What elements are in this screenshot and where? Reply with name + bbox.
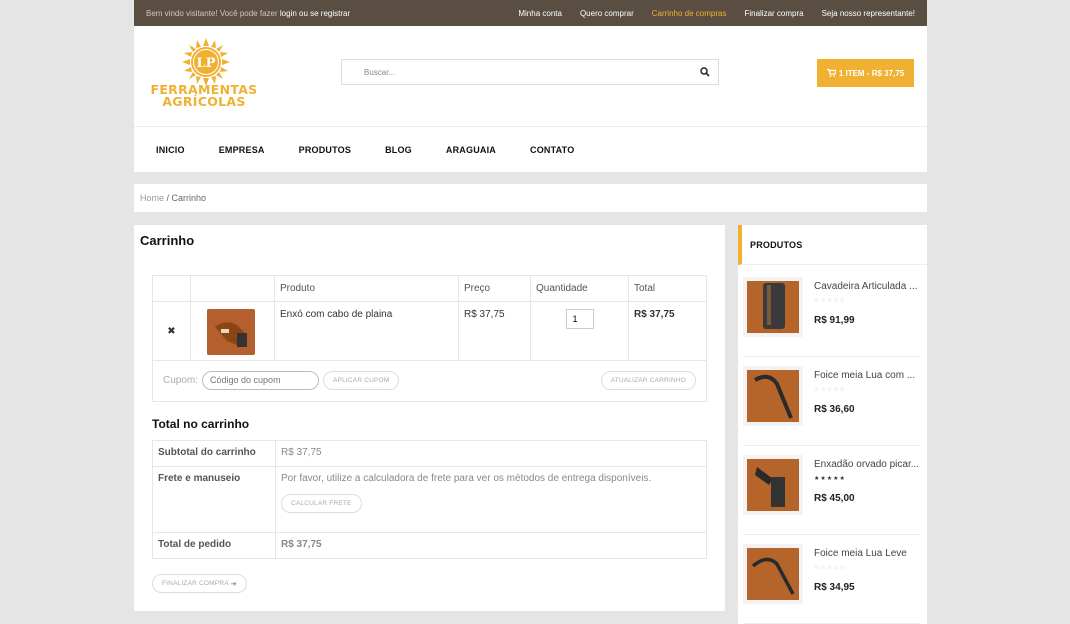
sidebar-title: PRODUTOS xyxy=(738,225,927,265)
subtotal-label: Subtotal do carrinho xyxy=(152,440,276,467)
shipping-cell: Por favor, utilize a calculadora de fret… xyxy=(275,466,707,533)
col-thumbnail xyxy=(190,275,275,302)
product-name[interactable]: Enxó com cabo de plaina xyxy=(274,301,459,361)
welcome-text: Bem vindo visitante! Você pode fazer xyxy=(146,8,278,18)
coupon-row: Cupom: APLICAR CUPOM ATUALIZAR CARRINHO xyxy=(152,359,707,402)
sidebar-product-name[interactable]: Foice meia Lua Leve xyxy=(814,548,920,559)
product-thumbnail[interactable] xyxy=(207,309,255,355)
sidebar-product[interactable]: Cavadeira Articulada ... ☆☆☆☆☆ R$ 91,99 xyxy=(743,269,921,357)
sidebar-product-name[interactable]: Cavadeira Articulada ... xyxy=(814,281,920,292)
breadcrumb-separator: / xyxy=(164,193,172,203)
link-checkout[interactable]: Finalizar compra xyxy=(744,9,803,18)
top-bar: Bem vindo visitante! Você pode fazer log… xyxy=(134,0,927,26)
shipping-row: Frete e manuseio Por favor, utilize a ca… xyxy=(152,466,707,533)
link-my-account[interactable]: Minha conta xyxy=(518,9,562,18)
link-be-representative[interactable]: Seja nosso representante! xyxy=(822,9,915,18)
nav-item-contato[interactable]: CONTATO xyxy=(530,145,574,155)
order-total-row: Total de pedido R$ 37,75 xyxy=(152,532,707,559)
cart-icon xyxy=(826,69,836,77)
search-icon[interactable] xyxy=(700,67,710,77)
arrow-right-icon: ➔ xyxy=(230,580,237,588)
sidebar-product-image[interactable] xyxy=(743,366,803,426)
sidebar-product[interactable]: Foice meia Lua com ... ☆☆☆☆☆ R$ 36,60 xyxy=(743,358,921,446)
cart-totals-table: Subtotal do carrinho R$ 37,75 Frete e ma… xyxy=(152,440,707,559)
col-remove xyxy=(152,275,191,302)
col-quantity: Quantidade xyxy=(530,275,629,302)
sidebar-product-name[interactable]: Enxadão orvado picar... xyxy=(814,459,920,470)
link-shopping-cart[interactable]: Carrinho de compras xyxy=(652,9,727,18)
logo-wordmark: FERRAMENTAS AGRÍCOLAS xyxy=(144,83,264,109)
cart-totals-title: Total no carrinho xyxy=(152,417,250,431)
page-title: Carrinho xyxy=(140,233,195,248)
breadcrumb-current: Carrinho xyxy=(171,193,207,203)
rating-stars: ☆☆☆☆☆ xyxy=(814,298,846,304)
nav-item-empresa[interactable]: EMPRESA xyxy=(219,145,265,155)
header-cart-button[interactable]: 1 ITEM - R$ 37,75 xyxy=(817,59,914,87)
sidebar-product-image[interactable] xyxy=(743,277,803,337)
top-links: Minha conta Quero comprar Carrinho de co… xyxy=(518,9,915,18)
sidebar-product-price: R$ 34,95 xyxy=(814,582,855,593)
subtotal-value: R$ 37,75 xyxy=(275,440,707,467)
col-total: Total xyxy=(628,275,707,302)
remove-item-icon[interactable]: ✖ xyxy=(152,301,191,361)
shipping-label: Frete e manuseio xyxy=(152,466,276,533)
cart-table: Produto Preço Quantidade Total ✖ Enxó co… xyxy=(152,275,707,361)
product-thumbnail-cell xyxy=(190,301,275,361)
checkout-button-label: FINALIZAR COMPRA xyxy=(162,580,229,587)
nav-item-blog[interactable]: BLOG xyxy=(385,145,412,155)
quantity-input[interactable] xyxy=(565,309,594,329)
order-total-label: Total de pedido xyxy=(152,532,276,559)
products-sidebar: PRODUTOS Cavadeira Articulada ... ☆☆☆☆☆ … xyxy=(738,225,927,624)
coupon-input[interactable] xyxy=(202,370,320,390)
product-price: R$ 37,75 xyxy=(458,301,531,361)
logo-line-2: AGRÍCOLAS xyxy=(162,94,246,109)
search-box xyxy=(341,59,719,85)
breadcrumb-home[interactable]: Home xyxy=(140,193,164,203)
col-price: Preço xyxy=(458,275,531,302)
rating-stars: ☆☆☆☆☆ xyxy=(814,565,846,571)
checkout-button[interactable]: FINALIZAR COMPRA ➔ xyxy=(152,572,247,593)
nav-item-produtos[interactable]: PRODUTOS xyxy=(299,145,351,155)
cart-summary: 1 ITEM - R$ 37,75 xyxy=(838,68,905,78)
login-link[interactable]: login ou se registrar xyxy=(280,9,350,18)
update-cart-button[interactable]: ATUALIZAR CARRINHO xyxy=(600,370,696,390)
nav-item-inicio[interactable]: INICIO xyxy=(156,145,185,155)
checkout-button-body: FINALIZAR COMPRA ➔ xyxy=(152,574,247,593)
sidebar-product-price: R$ 36,60 xyxy=(814,404,855,415)
apply-coupon-button[interactable]: APLICAR CUPOM xyxy=(323,370,400,390)
shipping-text: Por favor, utilize a calculadora de fret… xyxy=(281,473,652,484)
quantity-cell xyxy=(530,301,629,361)
subtotal-row: Subtotal do carrinho R$ 37,75 xyxy=(152,440,707,467)
sidebar-product[interactable]: Enxadão orvado picar... ★★★★★ R$ 45,00 xyxy=(743,447,921,535)
nav-item-araguaia[interactable]: ARAGUAIA xyxy=(446,145,496,155)
welcome-message: Bem vindo visitante! Você pode fazer log… xyxy=(146,9,350,18)
calculate-shipping-button[interactable]: CALCULAR FRETE xyxy=(281,494,362,513)
cart-panel: Carrinho Produto Preço Quantidade Total … xyxy=(134,225,725,611)
site-header: LP FERRAMENTAS AGRÍCOLAS 1 ITEM - R$ 37,… xyxy=(134,26,927,126)
product-total: R$ 37,75 xyxy=(628,301,707,361)
sidebar-product[interactable]: Foice meia Lua Leve ☆☆☆☆☆ R$ 34,95 xyxy=(743,536,921,624)
main-nav: INICIO EMPRESA PRODUTOS BLOG ARAGUAIA CO… xyxy=(134,126,927,172)
sidebar-product-price: R$ 45,00 xyxy=(814,493,855,504)
breadcrumb: Home / Carrinho xyxy=(134,184,927,212)
sidebar-product-name[interactable]: Foice meia Lua com ... xyxy=(814,370,920,381)
link-want-to-buy[interactable]: Quero comprar xyxy=(580,9,634,18)
sun-logo-icon: LP xyxy=(182,38,230,86)
search-input[interactable] xyxy=(364,67,700,77)
table-row: ✖ Enxó com cabo de plaina R$ 37,75 R$ 37… xyxy=(152,301,707,361)
col-product: Produto xyxy=(274,275,459,302)
sidebar-product-image[interactable] xyxy=(743,455,803,515)
order-total-value: R$ 37,75 xyxy=(275,532,707,559)
rating-stars: ★★★★★ xyxy=(814,476,846,482)
rating-stars: ☆☆☆☆☆ xyxy=(814,387,846,393)
site-logo[interactable]: LP FERRAMENTAS AGRÍCOLAS xyxy=(144,38,257,118)
logo-initials: LP xyxy=(197,56,216,71)
cart-table-header: Produto Preço Quantidade Total xyxy=(152,275,707,302)
coupon-label: Cupom: xyxy=(163,374,199,386)
sidebar-product-image[interactable] xyxy=(743,544,803,604)
sidebar-product-price: R$ 91,99 xyxy=(814,315,855,326)
